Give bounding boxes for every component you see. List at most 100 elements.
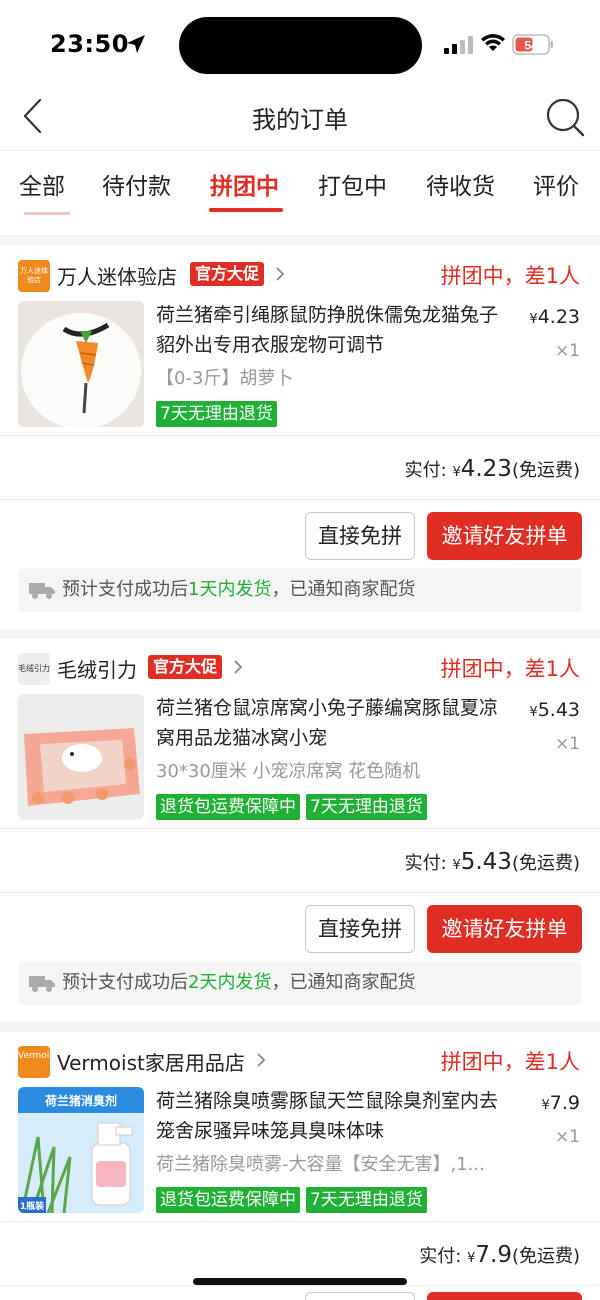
section-gap [0,236,600,246]
thumb-corner-text: 1瓶装 [20,1200,45,1212]
cellular-signal-icon [444,36,473,54]
service-tag: 退货包运费保障中 [156,794,300,820]
store-name[interactable]: Vermoist家居用品店 [57,1047,245,1076]
chevron-right-icon[interactable] [233,659,243,675]
nav-bar: 我的订单 [0,90,600,150]
status-bar: 23:50 54 [0,0,600,90]
service-tag: 7天无理由退货 [306,1187,427,1213]
product-photo-cooling-mat [18,694,144,820]
promo-badge: 官方大促 [148,655,223,679]
product-price: ¥7.9 [542,1092,581,1114]
store-logo-text: Vermoist [18,1051,50,1061]
previous-order-edge [0,212,600,236]
chevron-right-icon[interactable] [275,266,285,282]
status-time: 23:50 [50,30,129,58]
paid-label: 实付: [404,853,447,874]
divider [0,828,600,829]
shipping-suffix: ，已通知商家配货 [271,972,416,993]
paid-amount: 4.23 [460,456,512,482]
tab-review[interactable]: 评价 [533,167,579,201]
tab-all[interactable]: 全部 [19,167,65,201]
store-logo[interactable]: Vermoist [18,1046,50,1078]
invite-friends-button[interactable]: 邀请好友拼单 [427,512,582,560]
page-title: 我的订单 [252,106,348,134]
product-quantity: ×1 [554,734,580,754]
group-status: 拼团中，差1人 [440,1050,580,1074]
service-tag: 7天无理由退货 [306,794,427,820]
promo-badge: 官方大促 [190,262,265,286]
paid-total: 实付: ¥7.9(免运费) [419,1242,580,1268]
product-image[interactable] [18,694,144,820]
order-card: 万人迷体验店 万人迷体验店 官方大促 拼团中，差1人 荷兰猪牵引绳豚鼠防挣脱侏儒… [0,246,600,629]
product-quantity: ×1 [554,1127,580,1147]
paid-label: 实付: [404,460,447,481]
dynamic-island [179,17,422,74]
direct-no-group-button[interactable]: 直接免拼 [305,512,415,560]
tab-pending-receipt[interactable]: 待收货 [426,167,495,201]
direct-no-group-button-peek[interactable] [305,1292,415,1300]
paid-total: 实付: ¥5.43(免运费) [405,849,580,875]
product-title[interactable]: 荷兰猪牵引绳豚鼠防挣脱侏儒兔龙猫兔子貂外出专用衣服宠物可调节 [156,300,506,360]
store-logo[interactable]: 毛绒引力 [18,653,50,685]
service-tag: 退货包运费保障中 [156,1187,300,1213]
battery-level: 54 [524,39,538,53]
currency-symbol: ¥ [452,465,461,480]
currency-symbol: ¥ [529,705,538,720]
paid-label: 实付: [419,1246,462,1267]
store-name[interactable]: 毛绒引力 [57,654,137,683]
store-name[interactable]: 万人迷体验店 [57,261,177,290]
shipping-time: 1天内发货 [188,579,272,600]
paid-amount: 7.9 [475,1242,512,1268]
shipping-note: (免运费) [511,1246,580,1267]
tab-packing[interactable]: 打包中 [318,167,387,201]
chevron-right-icon[interactable] [256,1052,266,1068]
section-gap [0,1022,600,1032]
shipping-prefix: 预计支付成功后 [62,972,188,993]
shipping-note: (免运费) [511,460,580,481]
shipping-prefix: 预计支付成功后 [62,579,188,600]
store-logo-text: 毛绒引力 [18,664,50,673]
paid-total: 实付: ¥4.23(免运费) [405,456,580,482]
wifi-icon [481,34,505,51]
product-image[interactable]: 荷兰猪消臭剂 1瓶装 [18,1087,144,1213]
divider [0,499,600,500]
tab-group-buying[interactable]: 拼团中 [210,167,279,201]
store-logo[interactable]: 万人迷体验店 [18,260,50,292]
truck-icon [29,583,55,599]
home-indicator [193,1278,407,1285]
divider [0,435,600,436]
product-photo-spray: 荷兰猪消臭剂 1瓶装 [18,1087,144,1213]
currency-symbol: ¥ [452,858,461,873]
group-status: 拼团中，差1人 [440,657,580,681]
order-card: 毛绒引力 毛绒引力 官方大促 拼团中，差1人 荷兰猪仓鼠凉席窝小兔子藤编窝豚鼠夏… [0,639,600,1022]
tab-pending-payment[interactable]: 待付款 [102,167,171,201]
direct-no-group-button[interactable]: 直接免拼 [305,905,415,953]
service-tags: 退货包运费保障中 7天无理由退货 [156,1187,433,1213]
invite-friends-button-peek[interactable] [427,1292,582,1300]
thumb-banner-text: 荷兰猪消臭剂 [44,1093,117,1108]
product-photo-harness [18,301,144,427]
group-status: 拼团中，差1人 [440,264,580,288]
order-card: Vermoist Vermoist家居用品店 拼团中，差1人 荷兰猪消臭剂 1瓶… [0,1032,600,1300]
search-icon[interactable] [544,96,586,138]
invite-friends-button[interactable]: 邀请好友拼单 [427,905,582,953]
divider [0,1285,600,1286]
paid-amount: 5.43 [460,849,512,875]
product-image[interactable] [18,301,144,427]
product-sku: 30*30厘米 小宠凉席窝 花色随机 [156,761,421,782]
divider [0,1221,600,1222]
price-value: 5.43 [537,699,580,721]
battery-icon: 54 [512,34,553,55]
service-tags: 7天无理由退货 [156,401,283,427]
product-price: ¥5.43 [529,699,580,721]
currency-symbol: ¥ [529,312,538,327]
product-title[interactable]: 荷兰猪除臭喷雾豚鼠天竺鼠除臭剂室内去笼舍尿骚异味笼具臭味体味 [156,1086,506,1146]
product-title[interactable]: 荷兰猪仓鼠凉席窝小兔子藤编窝豚鼠夏凉窝用品龙猫冰窝小宠 [156,693,506,753]
service-tag: 7天无理由退货 [156,401,277,427]
product-sku: 【0-3斤】胡萝卜 [156,368,294,389]
divider [0,892,600,893]
currency-symbol: ¥ [541,1098,550,1113]
section-gap [0,629,600,639]
product-quantity: ×1 [554,341,580,361]
product-price: ¥4.23 [529,306,580,328]
